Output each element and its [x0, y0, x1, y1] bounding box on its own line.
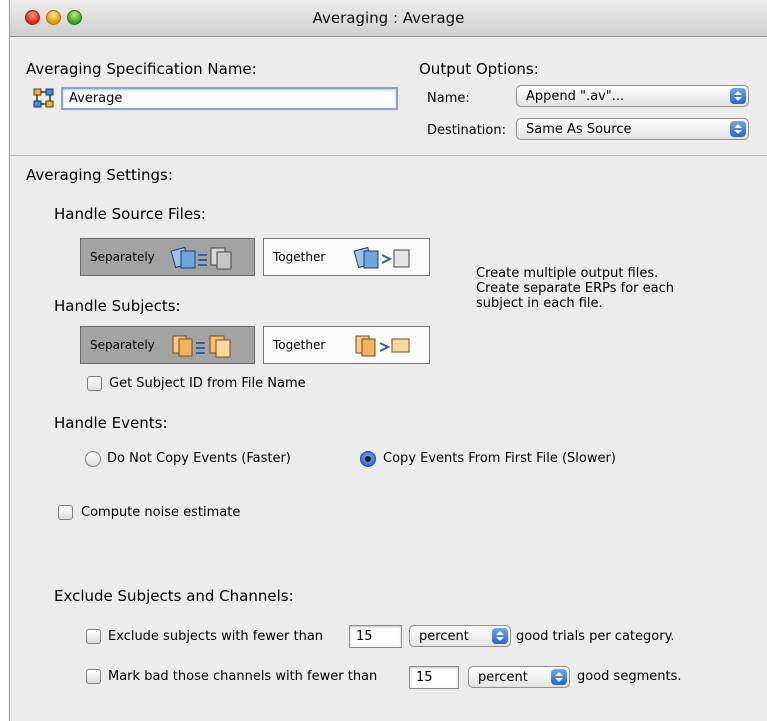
description-line-1: Create multiple output files.	[476, 266, 659, 281]
noise-estimate-checkbox[interactable]	[58, 505, 73, 520]
source-files-together-label: Together	[273, 250, 326, 264]
spec-name-input[interactable]: Average	[61, 87, 398, 110]
mark-bad-channels-checkbox[interactable]	[86, 669, 101, 684]
separate-files-icon	[170, 246, 232, 270]
separate-subjects-icon	[172, 335, 231, 358]
exclude-subjects-unit-popup[interactable]: percent	[409, 625, 511, 647]
mark-bad-channels-label: Mark bad those channels with fewer than	[108, 669, 378, 684]
popup-arrows-icon	[551, 669, 567, 685]
output-options-label: Output Options:	[419, 60, 539, 78]
exclude-subjects-threshold-value: 15	[356, 629, 373, 644]
combine-files-icon	[353, 246, 410, 269]
mark-bad-channels-suffix: good segments.	[577, 669, 682, 684]
output-name-popup[interactable]: Append ".av"...	[516, 85, 749, 107]
subjects-together-button[interactable]: Together	[263, 326, 430, 364]
events-option-copy-label: Copy Events From First File (Slower)	[383, 451, 616, 466]
mark-bad-channels-unit-value: percent	[478, 669, 528, 685]
exclude-subjects-threshold-input[interactable]: 15	[349, 625, 402, 648]
exclude-subjects-unit-value: percent	[419, 628, 469, 644]
noise-estimate-label: Compute noise estimate	[81, 505, 241, 520]
description-line-2: Create separate ERPs for each	[476, 281, 674, 296]
destination-label: Destination:	[427, 123, 506, 138]
exclude-subjects-suffix: good trials per category.	[516, 629, 675, 644]
description-line-3: subject in each file.	[476, 296, 603, 311]
source-files-separately-label: Separately	[90, 250, 155, 264]
section-divider	[10, 155, 767, 156]
exclude-label: Exclude Subjects and Channels:	[54, 587, 294, 605]
handle-events-label: Handle Events:	[54, 414, 168, 432]
source-files-label: Handle Source Files:	[54, 205, 206, 223]
events-option-copy-radio[interactable]	[360, 451, 376, 467]
popup-arrows-icon	[730, 88, 746, 104]
title-bar[interactable]: Averaging : Average	[10, 0, 767, 37]
source-files-separately-button[interactable]: Separately	[80, 238, 255, 276]
subjects-separately-button[interactable]: Separately	[80, 326, 255, 364]
destination-value: Same As Source	[526, 121, 632, 137]
subject-id-label: Get Subject ID from File Name	[109, 376, 306, 391]
network-icon	[33, 88, 54, 108]
mark-bad-channels-threshold-input[interactable]: 15	[409, 666, 459, 689]
output-name-value: Append ".av"...	[526, 88, 625, 104]
events-option-no-copy-label: Do Not Copy Events (Faster)	[107, 451, 291, 466]
subjects-separately-label: Separately	[90, 338, 155, 352]
window-title: Averaging : Average	[312, 9, 465, 27]
subject-id-checkbox[interactable]	[87, 376, 102, 391]
averaging-settings-label: Averaging Settings:	[26, 166, 173, 184]
popup-arrows-icon	[492, 628, 508, 644]
spec-name-label: Averaging Specification Name:	[26, 60, 257, 78]
subjects-together-label: Together	[273, 338, 326, 352]
output-name-label: Name:	[427, 91, 470, 106]
source-files-together-button[interactable]: Together	[263, 238, 430, 276]
mark-bad-channels-threshold-value: 15	[416, 670, 433, 685]
destination-popup[interactable]: Same As Source	[516, 118, 749, 140]
description-text: Create multiple output files. Create sep…	[476, 266, 674, 311]
averaging-window: Averaging : Average Averaging Specificat…	[9, 0, 767, 721]
handle-subjects-label: Handle Subjects:	[54, 297, 181, 315]
popup-arrows-icon	[730, 121, 746, 137]
events-option-no-copy-radio[interactable]	[85, 451, 101, 467]
mark-bad-channels-unit-popup[interactable]: percent	[468, 666, 570, 688]
combine-subjects-icon	[355, 335, 410, 357]
exclude-subjects-checkbox[interactable]	[86, 629, 101, 644]
exclude-subjects-label: Exclude subjects with fewer than	[108, 629, 324, 644]
spec-name-value: Average	[69, 91, 123, 106]
